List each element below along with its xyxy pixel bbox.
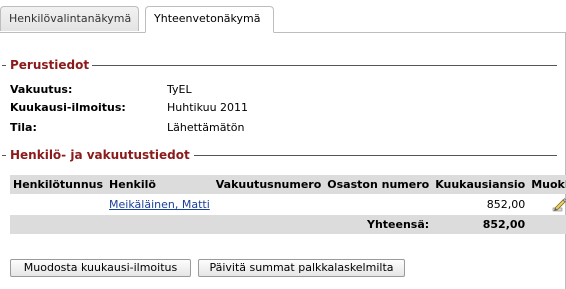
person-id-cell [10,194,106,215]
table-header-row: Henkilötunnus Henkilö Vakuutusnumero Osa… [10,175,566,194]
tab-summary[interactable]: Yhteenvetonäkymä [145,6,274,33]
column-header-person-id[interactable]: Henkilötunnus [10,175,107,194]
person-cell: Meikäläinen, Matti [106,194,213,215]
create-monthly-report-button[interactable]: Muodosta kuukausi-ilmoitus [10,259,191,277]
fieldset-divider [92,65,557,66]
insurance-value: TyEL [167,83,192,96]
status-label: Tila: [10,121,37,134]
total-row: Yhteensä: 852,00 [10,215,566,234]
person-table: Henkilötunnus Henkilö Vakuutusnumero Osa… [10,175,566,234]
tab-person-selection[interactable]: Henkilövalintanäkymä [0,6,139,31]
monthly-earnings-cell: 852,00 [486,198,526,211]
monthly-report-value: Huhtikuu 2011 [167,101,249,114]
tab-bar: Henkilövalintanäkymä Yhteenvetonäkymä [0,0,566,33]
department-number-cell [324,194,432,215]
monthly-report-label: Kuukausi-ilmoitus: [10,101,126,114]
total-value: 852,00 [432,215,529,234]
basic-info-title: Perustiedot [6,57,92,73]
table-row: Meikäläinen, Matti 852,00 [10,194,566,215]
person-info-title: Henkilö- ja vakuutustiedot [6,147,192,163]
update-sums-button[interactable]: Päivitä summat palkkalaskelmilta [198,259,405,277]
person-link[interactable]: Meikäläinen, Matti [109,198,210,211]
column-header-edit[interactable]: Muokkaa [528,175,566,194]
column-header-person[interactable]: Henkilö [106,175,213,194]
insurance-label: Vakuutus: [10,83,73,96]
insurance-number-cell [213,194,325,215]
fieldset-divider [194,155,557,156]
total-label: Yhteensä: [324,215,433,234]
column-header-insurance-number[interactable]: Vakuutusnumero [212,175,325,194]
column-header-department-number[interactable]: Osaston numero [324,175,433,194]
column-header-monthly-earnings[interactable]: Kuukausiansio [432,175,529,194]
edit-pencil-icon[interactable] [550,197,566,213]
status-value: Lähettämätön [167,121,245,134]
edit-cell [528,194,566,215]
